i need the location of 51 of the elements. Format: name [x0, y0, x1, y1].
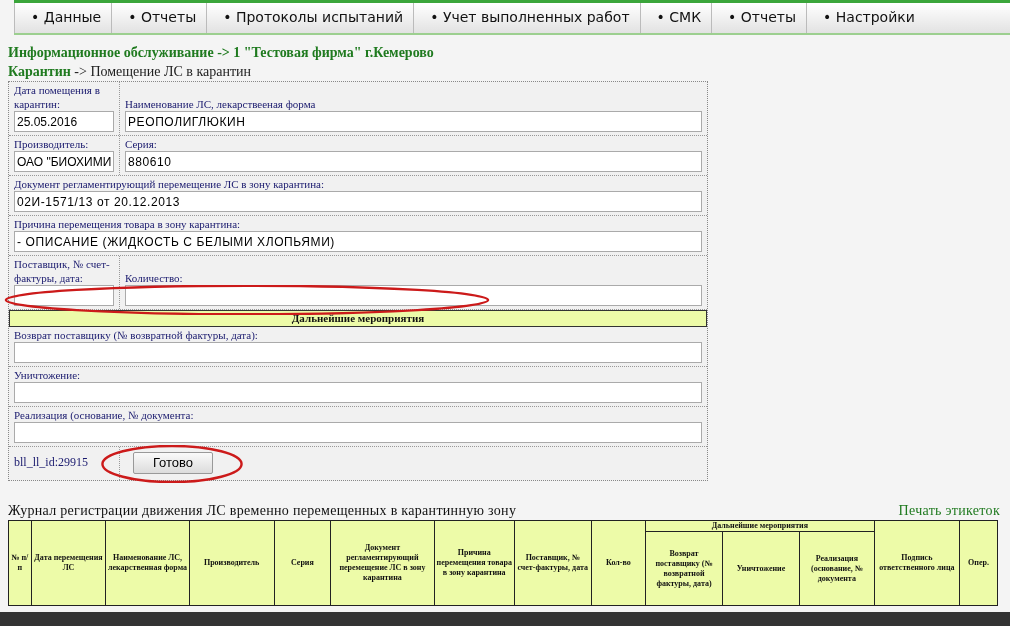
field-label: Серия:	[125, 137, 158, 151]
column-header: Наименование ЛС, лекарственная форма	[105, 520, 190, 606]
input-field[interactable]: 25.05.2016	[14, 111, 114, 132]
record-id: bll_ll_id:29915	[14, 455, 89, 470]
print-labels-link[interactable]: Печать этикеток	[898, 503, 1000, 519]
field-label: Производитель:	[14, 137, 90, 151]
journal-title: Журнал регистрации движения ЛС временно перемещенных в карантинную зону	[8, 503, 517, 519]
column-header: Производитель	[189, 520, 275, 606]
menu-item[interactable]: • Протоколы испытаний	[206, 3, 414, 33]
field-label: Наименование ЛС, лекарствееная форма	[125, 97, 317, 111]
input-field[interactable]: 880610	[125, 151, 702, 172]
column-header: Поставщик, № счет-фактуры, дата	[514, 520, 592, 606]
input-field[interactable]: ОАО "БИОХИМИ	[14, 151, 114, 172]
input-field[interactable]	[14, 342, 702, 363]
column-header: Дальнейшие мероприятия	[645, 520, 875, 532]
menu-item[interactable]: • Учет выполненных работ	[413, 3, 640, 33]
field-label: Причина перемещения товара в зону карантина:	[14, 217, 242, 231]
breadcrumb-link[interactable]: Информационное обслуживание	[8, 45, 214, 60]
column-header: Дата перемещения ЛС	[31, 520, 106, 606]
menu-item[interactable]: • Отчеты	[111, 3, 207, 33]
input-field[interactable]	[14, 382, 702, 403]
menu-item[interactable]: • Отчеты	[711, 3, 807, 33]
field-label: Количество:	[125, 271, 184, 285]
column-header: Кол-во	[591, 520, 646, 606]
input-field[interactable]: 02И-1571/13 от 20.12.2013	[14, 191, 702, 212]
field-label: Документ регламентирующий перемещение ЛС в зону карантина:	[14, 177, 326, 191]
breadcrumb-text: -> Помещение ЛС в карантин	[73, 64, 252, 79]
done-button[interactable]: Готово	[133, 451, 213, 474]
field-label: Дата помещения в карантин:	[14, 83, 101, 111]
column-header: Причина перемещения товара в зону карантина	[434, 520, 515, 606]
breadcrumb-link[interactable]: Карантин	[8, 64, 71, 79]
field-label: Реализация (основание, № документа:	[14, 408, 195, 422]
input-field[interactable]: РЕОПОЛИГЛЮКИН	[125, 111, 702, 132]
field-label: Уничтожение:	[14, 368, 82, 382]
column-header: Документ регламентирующий перемещение ЛС в зону карантина	[330, 520, 435, 606]
field-label: Возврат поставщику (№ возвратной фактуры, дата):	[14, 328, 259, 342]
column-header: Возврат поставщику (№ возвратной фактуры, дата)	[645, 531, 723, 606]
column-header: Подпись ответственного лица	[874, 520, 960, 606]
section-header: Дальнейшие мероприятия	[9, 310, 707, 327]
menu-item[interactable]: • Настройки	[806, 3, 925, 33]
column-header: Серия	[274, 520, 331, 606]
input-field[interactable]	[14, 422, 702, 443]
breadcrumb-text: -> 1 "Тестовая фирма" г.Кемерово	[216, 45, 434, 60]
column-header: Опер.	[959, 520, 998, 606]
input-field[interactable]	[125, 285, 702, 306]
menu-item[interactable]: • СМК	[639, 3, 712, 33]
column-header: Уничтожение	[722, 531, 800, 606]
menu-item[interactable]: • Данные	[14, 3, 112, 33]
column-header: № п/п	[8, 520, 32, 606]
input-field[interactable]: - ОПИСАНИЕ (ЖИДКОСТЬ С БЕЛЫМИ ХЛОПЬЯМИ)	[14, 231, 702, 252]
field-label: Поставщик, № счет-фактуры, дата:	[14, 257, 111, 285]
